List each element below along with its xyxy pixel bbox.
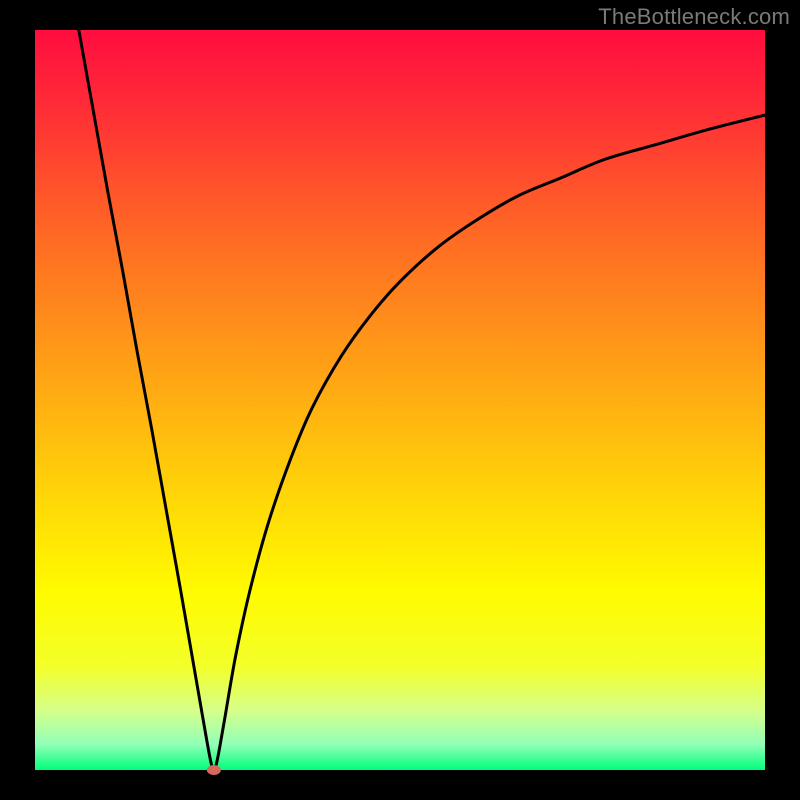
plot-background: [35, 30, 765, 770]
watermark-text: TheBottleneck.com: [598, 4, 790, 30]
chart-svg: [0, 0, 800, 800]
chart-frame: { "watermark": "TheBottleneck.com", "cha…: [0, 0, 800, 800]
minimum-marker: [207, 765, 221, 775]
